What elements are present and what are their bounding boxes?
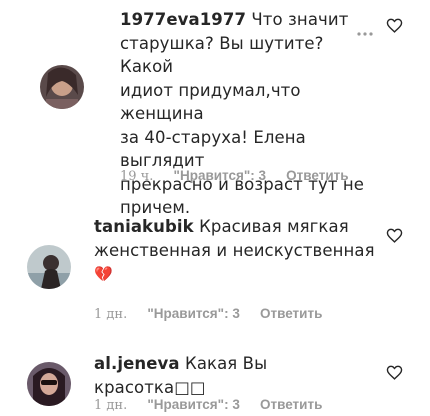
comment-text: 1977eva1977 Что значит старушка? Вы шути…	[120, 8, 380, 220]
comment-2: taniakubik Красивая мягкая женственная и…	[0, 195, 430, 335]
comment-1: 1977eva1977 Что значит старушка? Вы шути…	[0, 0, 430, 217]
comment-line: идиот придумал,что женщина	[120, 80, 301, 124]
comment-line: Что значит	[251, 10, 349, 29]
comment-time[interactable]: 19 ч.	[120, 169, 153, 184]
comment-likes[interactable]: "Нравится": 3	[174, 168, 266, 183]
comment-meta: 19 ч. "Нравится": 3 Ответить	[120, 168, 365, 184]
reply-button[interactable]: Ответить	[260, 306, 322, 321]
avatar[interactable]	[40, 65, 84, 109]
comment-3: al.jeneva Какая Вы красотка□□ 1 дн. "Нра…	[0, 335, 430, 416]
comment-line: женственная и неискуственная	[94, 240, 375, 260]
avatar[interactable]	[27, 362, 71, 406]
comment-time[interactable]: 1 дн.	[94, 398, 127, 413]
reply-button[interactable]: Ответить	[286, 168, 348, 183]
comment-text: taniakubik Красивая мягкая женственная и…	[94, 215, 384, 287]
heart-outline-icon[interactable]	[386, 364, 403, 381]
comment-line: за 40-старуха! Елена выглядит	[120, 127, 306, 171]
comment-line: Красивая мягкая	[199, 217, 349, 236]
comment-meta: 1 дн. "Нравится": 3 Ответить	[94, 306, 338, 322]
heart-outline-icon[interactable]	[386, 227, 403, 244]
comment-likes[interactable]: "Нравится": 3	[147, 306, 239, 321]
comment-meta: 1 дн. "Нравится": 3 Ответить	[94, 397, 338, 413]
ellipsis-icon[interactable]	[356, 22, 374, 41]
reply-button[interactable]: Ответить	[260, 397, 322, 412]
avatar[interactable]	[27, 245, 71, 289]
comment-text: al.jeneva Какая Вы красотка□□	[94, 352, 384, 399]
heart-outline-icon[interactable]	[386, 17, 403, 34]
comment-emoji: 💔	[94, 265, 113, 283]
comment-username[interactable]: taniakubik	[94, 217, 194, 236]
comment-username[interactable]: al.jeneva	[94, 354, 180, 373]
comment-line: старушка? Вы шутите? Какой	[120, 33, 324, 77]
comment-likes[interactable]: "Нравится": 3	[147, 397, 239, 412]
comment-time[interactable]: 1 дн.	[94, 307, 127, 322]
comment-username[interactable]: 1977eva1977	[120, 10, 246, 29]
